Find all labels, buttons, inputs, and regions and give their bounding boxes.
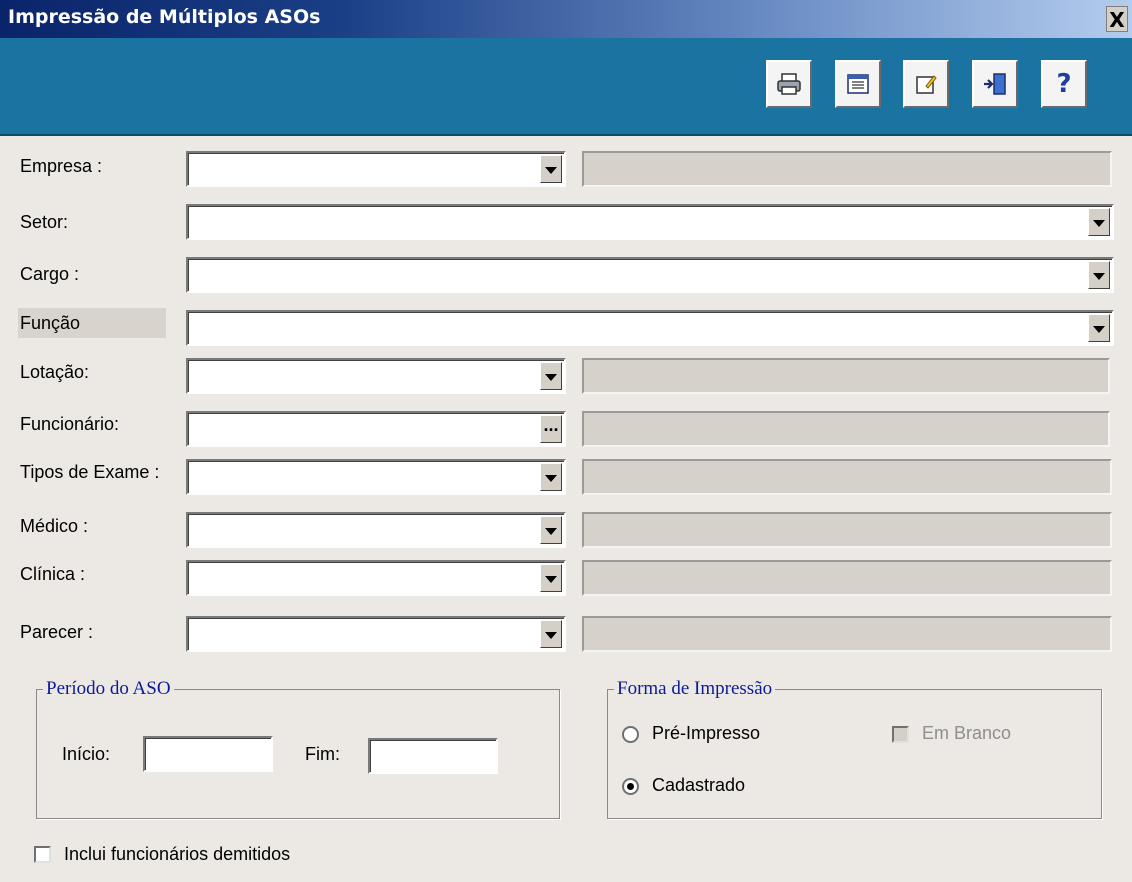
edit-button[interactable] (903, 60, 949, 108)
toolbar: ? (0, 38, 1132, 136)
setor-label: Setor: (20, 212, 69, 232)
inicio-label: Início: (62, 744, 111, 764)
chevron-down-icon[interactable] (540, 362, 562, 390)
setor-combo[interactable] (186, 204, 1114, 240)
ellipsis-button[interactable]: ... (540, 415, 562, 443)
clinica-label: Clínica : (20, 564, 86, 584)
printer-icon (777, 73, 801, 95)
clinica-description (582, 560, 1112, 596)
funcao-label: Função (18, 308, 166, 338)
em-branco-label[interactable]: Em Branco (922, 723, 1011, 744)
chevron-down-icon[interactable] (540, 516, 562, 544)
chevron-down-icon[interactable] (540, 564, 562, 592)
parecer-description (582, 616, 1112, 652)
empresa-label: Empresa : (20, 156, 103, 176)
chevron-down-icon[interactable] (540, 155, 562, 183)
lotacao-combo[interactable] (186, 358, 566, 394)
funcao-combo[interactable] (186, 310, 1114, 346)
parecer-label: Parecer : (20, 622, 94, 642)
lotacao-label: Lotação: (20, 362, 90, 382)
chevron-down-icon[interactable] (1088, 314, 1110, 342)
ellipsis-icon: ... (543, 415, 559, 435)
preview-button[interactable] (835, 60, 881, 108)
exit-button[interactable] (972, 60, 1018, 108)
exit-door-icon (984, 73, 1006, 95)
funcionario-field[interactable]: ... (186, 411, 566, 447)
lotacao-description (582, 358, 1110, 394)
cadastrado-radio[interactable] (622, 778, 639, 795)
grid-icon (847, 74, 869, 94)
empresa-combo[interactable] (186, 151, 566, 187)
chevron-down-icon[interactable] (540, 620, 562, 648)
chevron-down-icon[interactable] (1088, 208, 1110, 236)
chevron-down-icon[interactable] (540, 463, 562, 491)
funcionario-label: Funcionário: (20, 414, 120, 434)
tipos-exame-description (582, 459, 1112, 495)
title-bar: Impressão de Múltiplos ASOs X (0, 0, 1132, 38)
print-button[interactable] (766, 60, 812, 108)
medico-label: Médico : (20, 516, 89, 536)
window-title: Impressão de Múltiplos ASOs (8, 6, 321, 28)
note-icon (916, 75, 937, 94)
cargo-combo[interactable] (186, 257, 1114, 293)
forma-impressao-group: Forma de Impressão (607, 678, 1102, 819)
cadastrado-label[interactable]: Cadastrado (652, 775, 745, 796)
funcionario-description (582, 411, 1110, 447)
parecer-combo[interactable] (186, 616, 566, 652)
cargo-label: Cargo : (20, 264, 80, 284)
tipos-exame-combo[interactable] (186, 459, 566, 495)
inclui-demitidos-checkbox[interactable] (34, 846, 51, 863)
tipos-exame-label: Tipos de Exame : (20, 462, 160, 482)
help-icon: ? (1056, 69, 1072, 99)
pre-impresso-label[interactable]: Pré-Impresso (652, 723, 760, 744)
inclui-demitidos-label[interactable]: Inclui funcionários demitidos (64, 844, 290, 865)
chevron-down-icon[interactable] (1088, 261, 1110, 289)
forma-impressao-legend: Forma de Impressão (614, 678, 776, 700)
em-branco-checkbox[interactable] (892, 726, 909, 743)
clinica-combo[interactable] (186, 560, 566, 596)
pre-impresso-radio[interactable] (622, 726, 639, 743)
medico-description (582, 512, 1112, 548)
medico-combo[interactable] (186, 512, 566, 548)
empresa-description (582, 151, 1112, 187)
help-button[interactable]: ? (1041, 60, 1087, 108)
close-button[interactable]: X (1106, 6, 1128, 32)
periodo-legend: Período do ASO (43, 678, 174, 700)
fim-date-input[interactable] (368, 738, 498, 774)
inicio-date-input[interactable] (143, 736, 273, 772)
fim-label: Fim: (305, 744, 340, 764)
